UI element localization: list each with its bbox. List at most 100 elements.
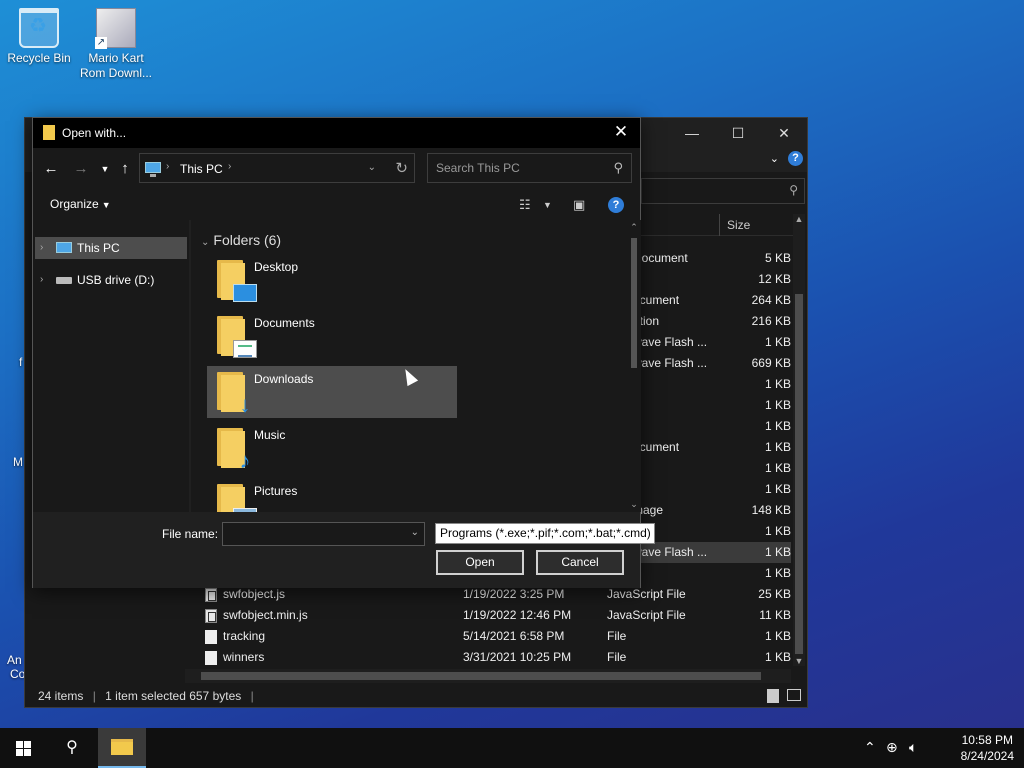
explorer-search-box[interactable]: ⚲ (641, 178, 805, 204)
folder-label: Music (254, 428, 286, 442)
table-row[interactable]: tracking 5/14/2021 6:58 PM File 1 KB (201, 626, 791, 647)
cancel-button[interactable]: Cancel (536, 550, 624, 575)
file-size-cell: 1 KB (764, 335, 791, 349)
breadcrumb-separator-icon[interactable]: › (166, 161, 169, 172)
organize-menu-button[interactable]: Organize ▼ (50, 197, 111, 211)
folder-label: Desktop (254, 260, 299, 274)
taskbar-file-explorer[interactable] (98, 728, 146, 768)
clock-time: 10:58 PM (961, 733, 1013, 747)
maximize-button[interactable]: ☐ (715, 122, 761, 144)
forward-arrow-icon[interactable]: → (71, 159, 91, 179)
size-column-header[interactable]: Size (727, 218, 750, 232)
nav-item-label: This PC (77, 241, 120, 255)
file-name-input[interactable] (223, 523, 403, 545)
address-bar[interactable]: › This PC › ⌄ ↻ (139, 153, 415, 183)
scroll-up-arrow-icon[interactable]: ⌃ (627, 222, 641, 233)
file-size-cell: 148 KB (751, 503, 791, 517)
large-icons-view-icon[interactable] (787, 689, 801, 701)
file-type-filter[interactable]: Programs (*.exe;*.pif;*.com;*.bat;*.cmd) (435, 523, 655, 544)
show-hidden-icons-chevron-icon[interactable]: ⌃ (864, 739, 876, 756)
scroll-down-arrow-icon[interactable]: ⌄ (627, 499, 641, 510)
folder-item-downloads[interactable]: ↓ Downloads (207, 366, 457, 418)
search-input[interactable] (428, 154, 603, 182)
folder-item-desktop[interactable]: Desktop (207, 254, 457, 306)
search-icon[interactable]: ⚲ (48, 728, 96, 768)
explorer-vertical-scrollbar[interactable]: ▲ ▼ (793, 214, 805, 666)
file-size-cell: 1 KB (764, 650, 791, 664)
file-size-cell: 1 KB (764, 461, 791, 475)
desktop-icon-mario-kart[interactable]: Mario Kart Rom Downl... (78, 8, 154, 81)
file-size-cell: 216 KB (751, 314, 791, 328)
breadcrumb-separator-icon[interactable]: › (228, 161, 231, 172)
scrollbar-thumb[interactable] (795, 294, 803, 654)
folder-item-music[interactable]: ♪ Music (207, 422, 457, 474)
folder-item-documents[interactable]: Documents (207, 310, 457, 362)
file-type-cell: wave Flash ... (633, 335, 708, 349)
content-vertical-scrollbar[interactable]: ⌃ ⌄ (627, 220, 641, 512)
item-count: 24 items (38, 689, 84, 703)
search-icon: ⚲ (613, 160, 623, 175)
scrollbar-thumb[interactable] (201, 672, 761, 680)
table-row[interactable]: swfobject.min.js 1/19/2022 12:46 PM JavaSc… (201, 605, 791, 626)
expand-chevron-icon[interactable]: › (40, 269, 43, 291)
start-button[interactable] (0, 728, 48, 768)
close-button[interactable]: ✕ (761, 122, 807, 144)
javascript-file-icon (205, 588, 217, 602)
up-arrow-icon[interactable]: ↑ (115, 159, 135, 179)
date-modified-cell: 5/14/2021 6:58 PM (463, 629, 565, 643)
chevron-down-icon: ▼ (101, 200, 111, 210)
dialog-titlebar: Open with... ✕ (33, 118, 640, 148)
desktop-icon-recycle-bin[interactable]: Recycle Bin (1, 8, 77, 66)
nav-item-usb-drive[interactable]: › USB drive (D:) (35, 269, 187, 291)
collapse-chevron-icon[interactable]: ⌄ (201, 237, 209, 248)
view-options-chevron-icon[interactable]: ▼ (543, 200, 552, 210)
status-bar: 24 items | 1 item selected 657 bytes | (25, 685, 807, 707)
file-name-combobox[interactable]: ⌄ (222, 522, 425, 546)
folder-icon (217, 316, 257, 358)
group-header[interactable]: ⌄ Folders (6) (201, 232, 281, 248)
details-view-icon[interactable] (767, 689, 779, 703)
address-dropdown-chevron-icon[interactable]: ⌄ (368, 162, 376, 173)
recycle-bin-icon (19, 8, 59, 48)
folder-label: Documents (254, 316, 315, 330)
file-name-label: File name: (162, 527, 219, 541)
nav-item-this-pc[interactable]: › This PC (35, 237, 187, 259)
scrollbar-thumb[interactable] (631, 238, 637, 368)
selection-info: 1 item selected 657 bytes (105, 689, 242, 703)
file-name-cell: tracking (223, 629, 266, 643)
scroll-down-arrow-icon[interactable]: ▼ (793, 656, 805, 666)
column-divider[interactable] (719, 214, 720, 236)
system-tray: ⌃ ⊕ 🔈︎ 10:58 PM 8/24/2024 (864, 728, 1024, 768)
volume-muted-icon[interactable]: 🔈︎ (909, 739, 917, 756)
change-view-icon[interactable]: ☷ (519, 197, 531, 213)
table-row[interactable]: winners 3/31/2021 10:25 PM File 1 KB (201, 647, 791, 668)
scroll-up-arrow-icon[interactable]: ▲ (793, 214, 805, 224)
folder-icon (217, 484, 257, 512)
explorer-horizontal-scrollbar[interactable] (185, 669, 791, 683)
expand-chevron-icon[interactable]: › (40, 237, 43, 259)
refresh-icon[interactable]: ↻ (395, 159, 408, 177)
chevron-down-icon[interactable]: ⌄ (411, 527, 419, 538)
help-icon[interactable]: ? (608, 197, 624, 213)
back-arrow-icon[interactable]: ← (41, 159, 61, 179)
help-icon[interactable]: ? (788, 151, 803, 166)
clock[interactable]: 10:58 PM 8/24/2024 (961, 732, 1014, 764)
file-size-cell: 1 KB (764, 545, 791, 559)
open-button[interactable]: Open (436, 550, 524, 575)
network-globe-icon[interactable]: ⊕ (886, 739, 898, 756)
minimize-button[interactable]: — (669, 122, 715, 144)
file-type-cell: File (607, 629, 627, 643)
file-size-cell: 264 KB (751, 293, 791, 307)
recent-locations-chevron-icon[interactable]: ▼ (95, 159, 115, 179)
file-type-cell: wave Flash ... (633, 356, 708, 370)
folder-icon: ♪ (217, 428, 251, 472)
breadcrumb-this-pc[interactable]: This PC (180, 162, 223, 176)
usb-drive-icon (56, 277, 72, 284)
preview-pane-icon[interactable]: ▣ (573, 197, 585, 213)
close-icon[interactable]: ✕ (610, 121, 632, 143)
folder-item-pictures[interactable]: Pictures (207, 478, 457, 512)
folder-content-pane: ⌄ Folders (6) Desktop Documents ↓ Downloads ♪… (191, 220, 641, 512)
dialog-footer: File name: ⌄ Programs (*.exe;*.pif;*.com… (33, 512, 655, 588)
expand-ribbon-chevron-icon[interactable]: ⌄ (770, 152, 779, 165)
search-box[interactable]: ⚲ (427, 153, 632, 183)
